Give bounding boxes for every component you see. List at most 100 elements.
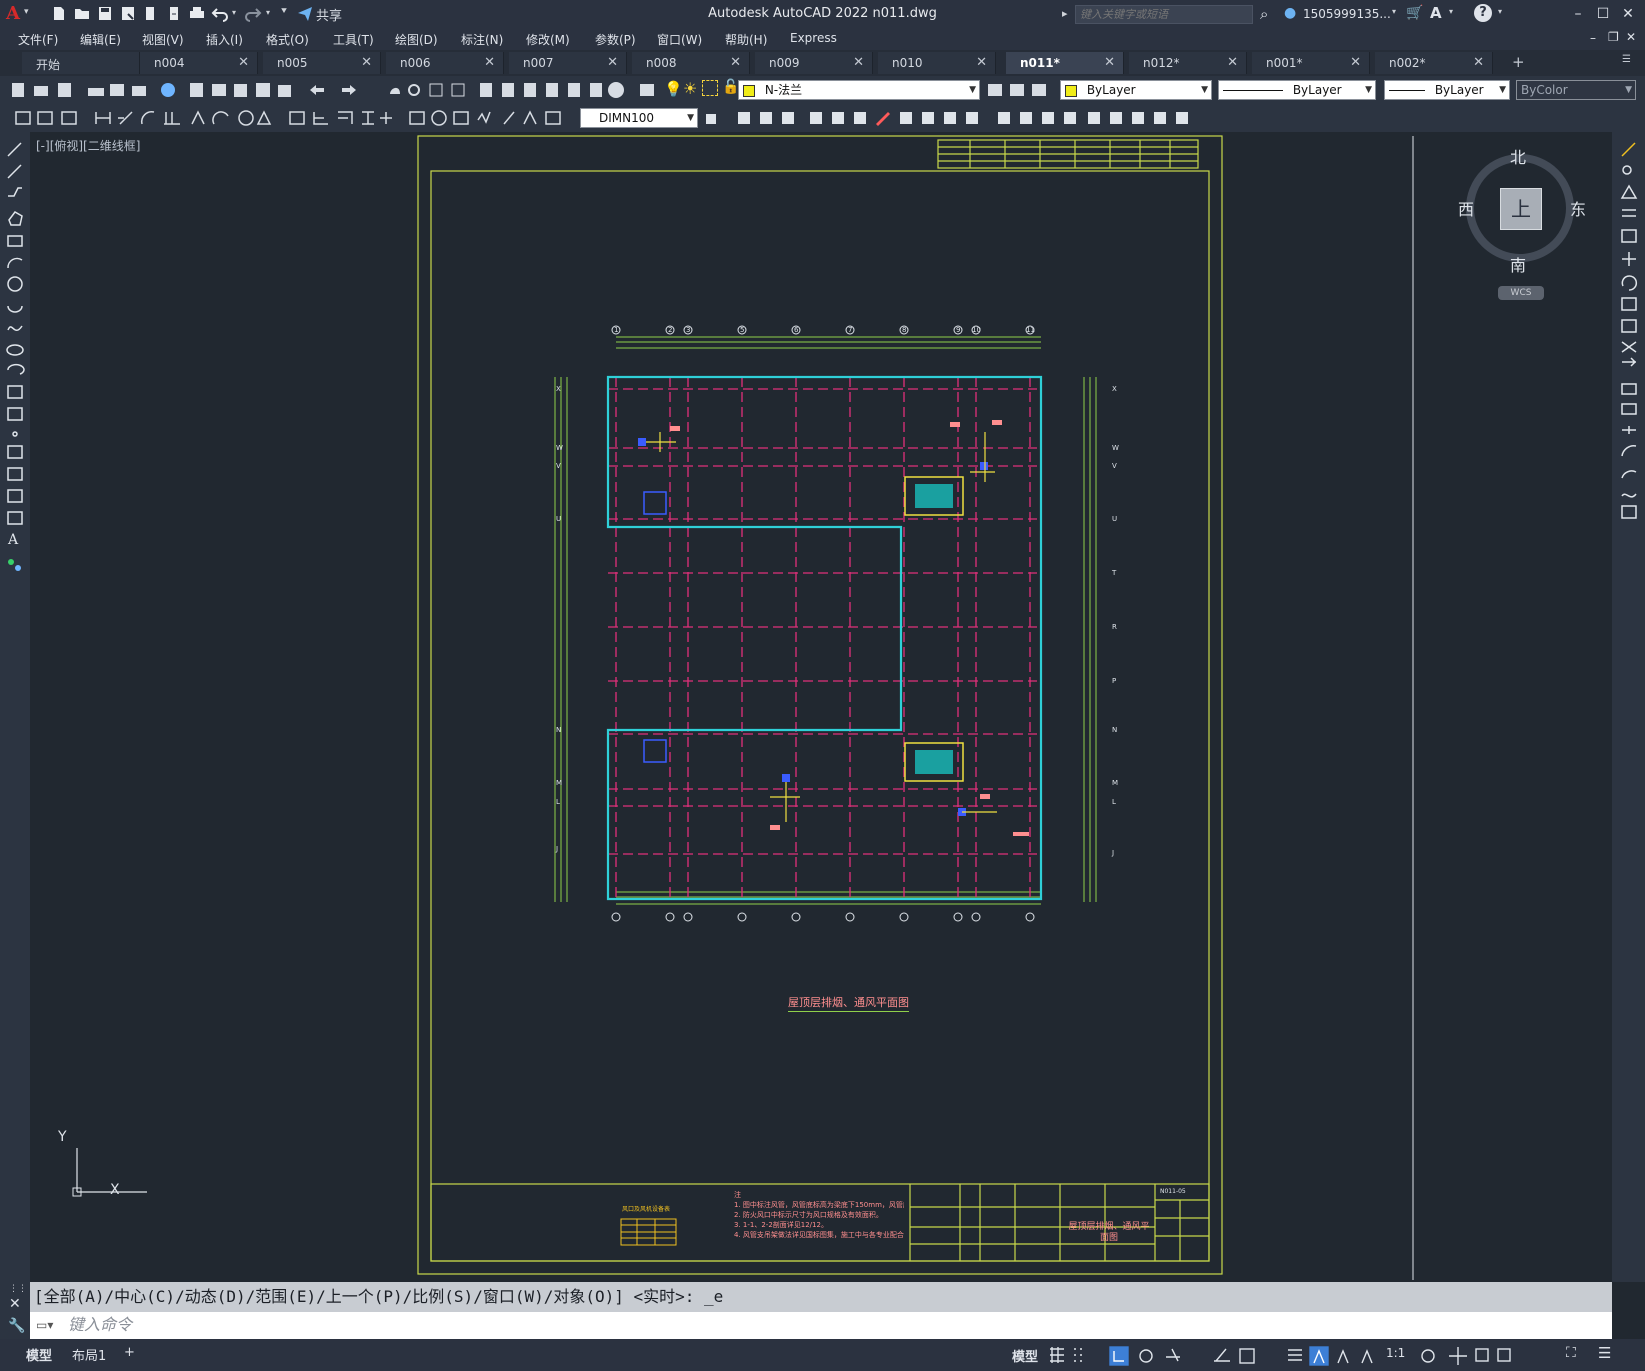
save-as-icon[interactable] <box>119 5 137 22</box>
viewport-controls[interactable]: [-][俯视][二维线框] <box>36 137 140 154</box>
cart-icon[interactable]: 🛒 <box>1406 5 1423 21</box>
undo-icon[interactable] <box>211 5 229 22</box>
menu-format[interactable]: 格式(O) <box>266 31 309 48</box>
viewcube-north[interactable]: 北 <box>1510 144 1526 168</box>
doc-restore-icon[interactable]: ❐ <box>1608 30 1619 44</box>
help-icon[interactable]: ? <box>1474 4 1492 22</box>
lineweight-dropdown[interactable]: ByLayer ▼ <box>1384 80 1510 100</box>
tab-menu-icon[interactable]: ☰ <box>1622 54 1631 65</box>
tab-close-icon[interactable]: ✕ <box>730 55 741 70</box>
menu-file[interactable]: 文件(F) <box>18 31 58 48</box>
tab-n002[interactable]: n002* ✕ <box>1375 52 1493 74</box>
standard-tools-icons[interactable] <box>10 80 680 100</box>
menu-view[interactable]: 视图(V) <box>142 31 184 48</box>
tab-n004[interactable]: n004 ✕ <box>140 52 258 74</box>
wcs-menu[interactable]: WCS <box>1498 286 1544 300</box>
draw-tools-icons[interactable]: A <box>5 140 25 580</box>
menu-edit[interactable]: 编辑(E) <box>80 31 121 48</box>
tab-close-icon[interactable]: ✕ <box>484 55 495 70</box>
app-logo[interactable]: A <box>6 3 20 24</box>
grip-icon[interactable]: ⋮⋮ <box>9 1284 27 1294</box>
tab-close-icon[interactable]: ✕ <box>1104 55 1115 70</box>
tab-n008[interactable]: n008 ✕ <box>632 52 750 74</box>
customization-icon[interactable]: ☰ <box>1598 1344 1611 1362</box>
tab-close-icon[interactable]: ✕ <box>853 55 864 70</box>
layout-tab-model[interactable]: 模型 <box>26 1345 52 1364</box>
layer-thaw-sun-icon[interactable]: ☀ <box>683 79 697 98</box>
annotation-scale[interactable]: 1:1 <box>1386 1346 1405 1360</box>
viewcube-south[interactable]: 南 <box>1510 252 1526 276</box>
menu-modify[interactable]: 修改(M) <box>526 31 570 48</box>
doc-minimize-icon[interactable]: – <box>1590 31 1596 45</box>
menu-insert[interactable]: 插入(I) <box>206 31 243 48</box>
menu-help[interactable]: 帮助(H) <box>725 31 767 48</box>
search-expand-icon[interactable]: ▸ <box>1062 7 1068 20</box>
layer-lock-icon[interactable]: 🔓 <box>722 79 739 95</box>
open-folder-icon[interactable] <box>73 5 91 22</box>
user-account[interactable]: 1505999135... <box>1303 7 1391 21</box>
drawing-canvas[interactable]: 1 2 3 5 6 7 8 9 10 11 X W V U N M L J X … <box>30 132 1612 1282</box>
plot-icon[interactable] <box>188 5 206 22</box>
dimension-tools-icons[interactable] <box>14 108 574 128</box>
redo-chevron-icon[interactable]: ▾ <box>266 8 270 17</box>
tab-close-icon[interactable]: ✕ <box>1473 55 1484 70</box>
tab-close-icon[interactable]: ✕ <box>607 55 618 70</box>
undo-chevron-icon[interactable]: ▾ <box>232 8 236 17</box>
save-web-icon[interactable] <box>165 5 183 22</box>
layer-dropdown[interactable]: N-法兰 ▼ <box>738 80 980 100</box>
share-icon[interactable] <box>296 5 314 22</box>
viewcube-top-face[interactable]: 上 <box>1500 188 1542 230</box>
model-space-toggle[interactable]: 模型 <box>1012 1346 1038 1365</box>
tab-n007[interactable]: n007 ✕ <box>509 52 627 74</box>
tab-close-icon[interactable]: ✕ <box>238 55 249 70</box>
menu-dimension[interactable]: 标注(N) <box>461 31 503 48</box>
clean-screen-icon[interactable]: ⛶ <box>1566 1345 1576 1361</box>
user-icon[interactable]: ● <box>1284 5 1296 21</box>
command-prompt-icon[interactable]: ▭▾ <box>36 1318 53 1332</box>
menu-tools[interactable]: 工具(T) <box>333 31 374 48</box>
tab-n005[interactable]: n005 ✕ <box>263 52 381 74</box>
customize-qat-icon[interactable]: ⯆ <box>280 6 288 17</box>
menu-parametric[interactable]: 参数(P) <box>595 31 636 48</box>
layout-tab-layout1[interactable]: 布局1 <box>72 1345 106 1364</box>
tab-close-icon[interactable]: ✕ <box>976 55 987 70</box>
layer-tools-icons[interactable] <box>986 80 1066 100</box>
menu-window[interactable]: 窗口(W) <box>657 31 702 48</box>
close-icon[interactable]: ✕ <box>9 1296 21 1312</box>
viewcube-west[interactable]: 西 <box>1458 196 1474 220</box>
new-file-icon[interactable] <box>50 5 68 22</box>
command-line-handle[interactable]: ⋮⋮ ✕ 🔧 <box>0 1282 30 1339</box>
tab-close-icon[interactable]: ✕ <box>1350 55 1361 70</box>
layer-viewport-icon[interactable] <box>702 80 718 96</box>
minimize-icon[interactable]: – <box>1567 4 1589 24</box>
tab-n001[interactable]: n001* ✕ <box>1252 52 1370 74</box>
open-web-icon[interactable] <box>142 5 160 22</box>
save-icon[interactable] <box>96 5 114 22</box>
layer-on-bulb-icon[interactable]: 💡 <box>664 80 683 98</box>
new-tab-icon[interactable]: + <box>1512 53 1525 71</box>
tab-start[interactable]: 开始 <box>22 52 140 74</box>
tab-n006[interactable]: n006 ✕ <box>386 52 504 74</box>
command-input[interactable]: 键入命令 <box>30 1312 1612 1339</box>
user-chevron-icon[interactable]: ▾ <box>1392 7 1396 16</box>
dimstyle-dropdown[interactable]: DIMN100 ▼ <box>580 108 698 128</box>
maximize-icon[interactable]: ☐ <box>1592 4 1614 24</box>
search-icon[interactable]: ⌕ <box>1260 5 1268 23</box>
redo-icon[interactable] <box>244 5 262 22</box>
add-layout-icon[interactable]: + <box>124 1345 135 1360</box>
close-icon[interactable]: ✕ <box>1617 4 1639 24</box>
menu-express[interactable]: Express <box>790 31 837 45</box>
tab-close-icon[interactable]: ✕ <box>1227 55 1238 70</box>
doc-close-icon[interactable]: ✕ <box>1626 30 1636 44</box>
search-input[interactable] <box>1075 5 1253 24</box>
modify-tools-icons[interactable] <box>704 108 1224 128</box>
help-chevron-icon[interactable]: ▾ <box>1498 7 1502 16</box>
menu-draw[interactable]: 绘图(D) <box>395 31 438 48</box>
color-dropdown[interactable]: ByLayer ▼ <box>1060 80 1212 100</box>
app-menu-chevron-icon[interactable]: ▾ <box>24 7 29 17</box>
tab-n011[interactable]: n011* ✕ <box>1006 52 1124 74</box>
modify-palette-icons[interactable] <box>1619 140 1639 520</box>
autodesk-app-icon[interactable]: A <box>1430 4 1442 22</box>
plotstyle-dropdown[interactable]: ByColor ▼ <box>1516 80 1636 100</box>
tab-n009[interactable]: n009 ✕ <box>755 52 873 74</box>
